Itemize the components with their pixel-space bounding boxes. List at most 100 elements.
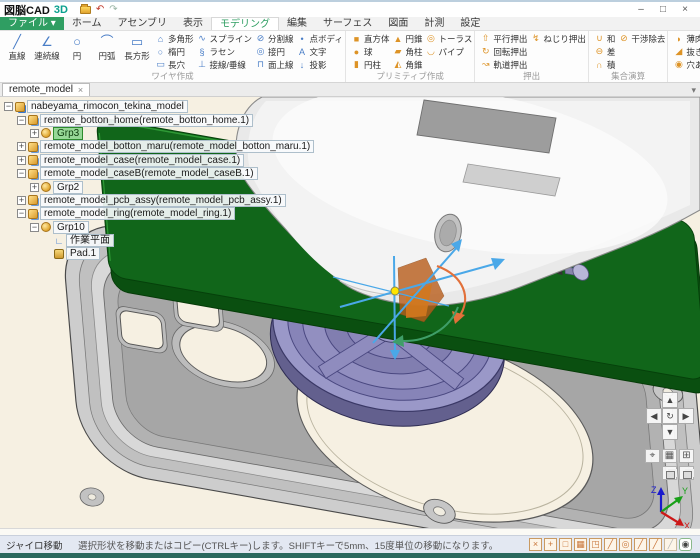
ribbon-tab-3[interactable]: 表示 (175, 17, 211, 30)
tree-row-2[interactable]: + Grp3 (2, 127, 314, 140)
tree-item-label[interactable]: nabeyama_rimocon_tekina_model (27, 100, 188, 113)
ribbon-tab-9[interactable]: 設定 (452, 17, 488, 30)
projection-button[interactable]: ↓投影 (297, 58, 343, 71)
onface-line-button[interactable]: ⊓面上線 (255, 58, 294, 71)
tree-item-label[interactable]: remote_botton_home(remote_botton_home.1) (40, 114, 253, 127)
center-snap-toggle[interactable]: ◎ (619, 538, 632, 551)
zoom-extents-icon[interactable]: ⌖ (645, 449, 660, 463)
tree-item-label[interactable]: remote_model_case(remote_model_case.1) (40, 154, 244, 167)
ribbon-tab-5[interactable]: 編集 (279, 17, 315, 30)
nearest-snap-toggle[interactable]: ╱ (664, 538, 677, 551)
tree-row-9[interactable]: − Grp10 (2, 221, 314, 234)
tangent-circle-button[interactable]: ◎接円 (255, 45, 294, 58)
midpoint-snap-toggle[interactable]: ◳ (589, 538, 602, 551)
tab-pin-icon[interactable]: ▾ (691, 85, 700, 96)
tree-row-1[interactable]: − remote_botton_home(remote_botton_home.1… (2, 113, 314, 126)
ribbon-tab-7[interactable]: 図面 (380, 17, 416, 30)
document-tab-remote-model[interactable]: remote_model × (2, 83, 90, 96)
tree-item-label[interactable]: remote_model_pcb_assy(remote_model_pcb_a… (40, 194, 286, 207)
undo-icon[interactable]: ↶ (96, 5, 104, 15)
spline-button[interactable]: ∿スプライン (197, 32, 253, 45)
tracking-indicator[interactable]: ◉ (679, 538, 692, 551)
ribbon-tab-6[interactable]: サーフェス (315, 17, 380, 30)
tree-expander-plus[interactable]: + (17, 156, 26, 165)
line-button[interactable]: ╱直線 (2, 32, 32, 62)
rectangle-button[interactable]: ▭長方形 (122, 32, 152, 62)
cone-button[interactable]: ▲円錐 (392, 32, 422, 45)
hole-button[interactable]: ◉穴あけ (673, 58, 700, 71)
pipe-button[interactable]: ◡パイプ (425, 45, 472, 58)
sphere-button[interactable]: ●球 (351, 45, 390, 58)
crosshair-toggle[interactable]: + (544, 538, 557, 551)
tree-row-5[interactable]: − remote_model_caseB(remote_model_caseB.1… (2, 167, 314, 180)
tree-expander-plus[interactable]: + (30, 129, 39, 138)
pan-rotate-button[interactable]: ↻ (662, 408, 678, 424)
tree-item-label[interactable]: remote_model_ring(remote_model_ring.1) (40, 207, 235, 220)
tree-expander-minus[interactable]: − (4, 102, 13, 111)
circle-button[interactable]: ○円 (62, 32, 92, 62)
tree-expander-minus[interactable]: − (17, 116, 26, 125)
parallel-extrude-button[interactable]: ⇧平行押出 (480, 32, 527, 45)
tree-row-4[interactable]: + remote_model_case(remote_model_case.1) (2, 154, 314, 167)
open-file-icon[interactable] (80, 6, 91, 14)
endpoint-snap-toggle[interactable]: □ (559, 538, 572, 551)
helix-button[interactable]: §ラセン (197, 45, 253, 58)
tree-expander-plus[interactable]: + (17, 142, 26, 151)
interference-remove-button[interactable]: ⊘干渉除去 (618, 32, 665, 45)
tree-expander-plus[interactable]: + (30, 183, 39, 192)
pyramid-button[interactable]: ◭角錐 (392, 58, 422, 71)
move-toggle[interactable]: × (529, 538, 542, 551)
tree-row-11[interactable]: Pad.1 (2, 247, 314, 260)
ribbon-tab-8[interactable]: 計測 (416, 17, 452, 30)
tree-expander-plus[interactable]: + (17, 196, 26, 205)
polyline-button[interactable]: ∠連続線 (32, 32, 62, 62)
pan-up-button[interactable]: ▲ (662, 392, 678, 408)
isometric-view-2-icon[interactable] (679, 466, 694, 480)
minimize-button[interactable]: – (630, 3, 652, 16)
text-button[interactable]: A文字 (297, 45, 343, 58)
twist-extrude-button[interactable]: ↯ねじり押出 (530, 32, 586, 45)
line-snap-toggle[interactable]: ╱ (604, 538, 617, 551)
arc-button[interactable]: ⌒円弧 (92, 32, 122, 62)
ribbon-tab-2[interactable]: アセンブリ (110, 17, 176, 30)
tree-item-label[interactable]: remote_model_caseB(remote_model_caseB.1) (40, 167, 258, 180)
tree-row-7[interactable]: + remote_model_pcb_assy(remote_model_pcb_… (2, 194, 314, 207)
tree-item-label[interactable]: Grp3 (53, 127, 83, 140)
divide-button[interactable]: ⊘分割線 (255, 32, 294, 45)
ribbon-tab-4[interactable]: モデリング (211, 17, 279, 30)
tree-item-label[interactable]: remote_model_botton_maru(remote_model_bo… (40, 140, 314, 153)
manipulator-origin-dot[interactable] (391, 287, 399, 295)
union-button[interactable]: ∪和 (594, 32, 616, 45)
tree-expander-minus[interactable]: − (17, 169, 26, 178)
pan-down-button[interactable]: ▼ (662, 424, 678, 440)
draft-button[interactable]: ◢抜き勾配 (673, 45, 700, 58)
viewport[interactable]: −nabeyama_rimocon_tekina_model−remote_bo… (0, 97, 700, 528)
polygon-button[interactable]: ⌂多角形 (155, 32, 194, 45)
prism-button[interactable]: ▰角柱 (392, 45, 422, 58)
point-body-button[interactable]: •点ボディ (297, 32, 343, 45)
tangent-button[interactable]: ⊥接線/垂線 (197, 58, 253, 71)
torus-button[interactable]: ◎トーラス (425, 32, 472, 45)
tree-expander-minus[interactable]: − (30, 223, 39, 232)
maximize-button[interactable]: □ (652, 3, 674, 16)
close-button[interactable]: × (674, 3, 696, 16)
tree-item-label[interactable]: 作業平面 (66, 234, 114, 247)
revolve-extrude-button[interactable]: ↻回転押出 (480, 45, 527, 58)
ribbon-tab-1[interactable]: ホーム (64, 17, 110, 30)
grid-dense-icon[interactable]: ▦ (662, 449, 677, 463)
intersect-button[interactable]: ∩積 (594, 58, 616, 71)
tree-row-8[interactable]: − remote_model_ring(remote_model_ring.1) (2, 207, 314, 220)
tree-expander-minus[interactable]: − (17, 209, 26, 218)
slot-button[interactable]: ▭長穴 (155, 58, 194, 71)
pan-right-button[interactable]: ▶ (678, 408, 694, 424)
box-button[interactable]: ■直方体 (351, 32, 390, 45)
tangent-snap-toggle[interactable]: ╱ (634, 538, 647, 551)
close-tab-icon[interactable]: × (78, 84, 83, 96)
perpendicular-snap-toggle[interactable]: ╱ (649, 538, 662, 551)
tree-row-3[interactable]: + remote_model_botton_maru(remote_model_b… (2, 140, 314, 153)
ribbon-tab-0[interactable]: ファイル ▾ (0, 17, 64, 30)
grid-snap-toggle[interactable]: ▦ (574, 538, 587, 551)
tree-item-label[interactable]: Grp10 (53, 221, 89, 234)
shell-button[interactable]: ◗薄肉化 (673, 32, 700, 45)
subtract-button[interactable]: ⊖差 (594, 45, 616, 58)
